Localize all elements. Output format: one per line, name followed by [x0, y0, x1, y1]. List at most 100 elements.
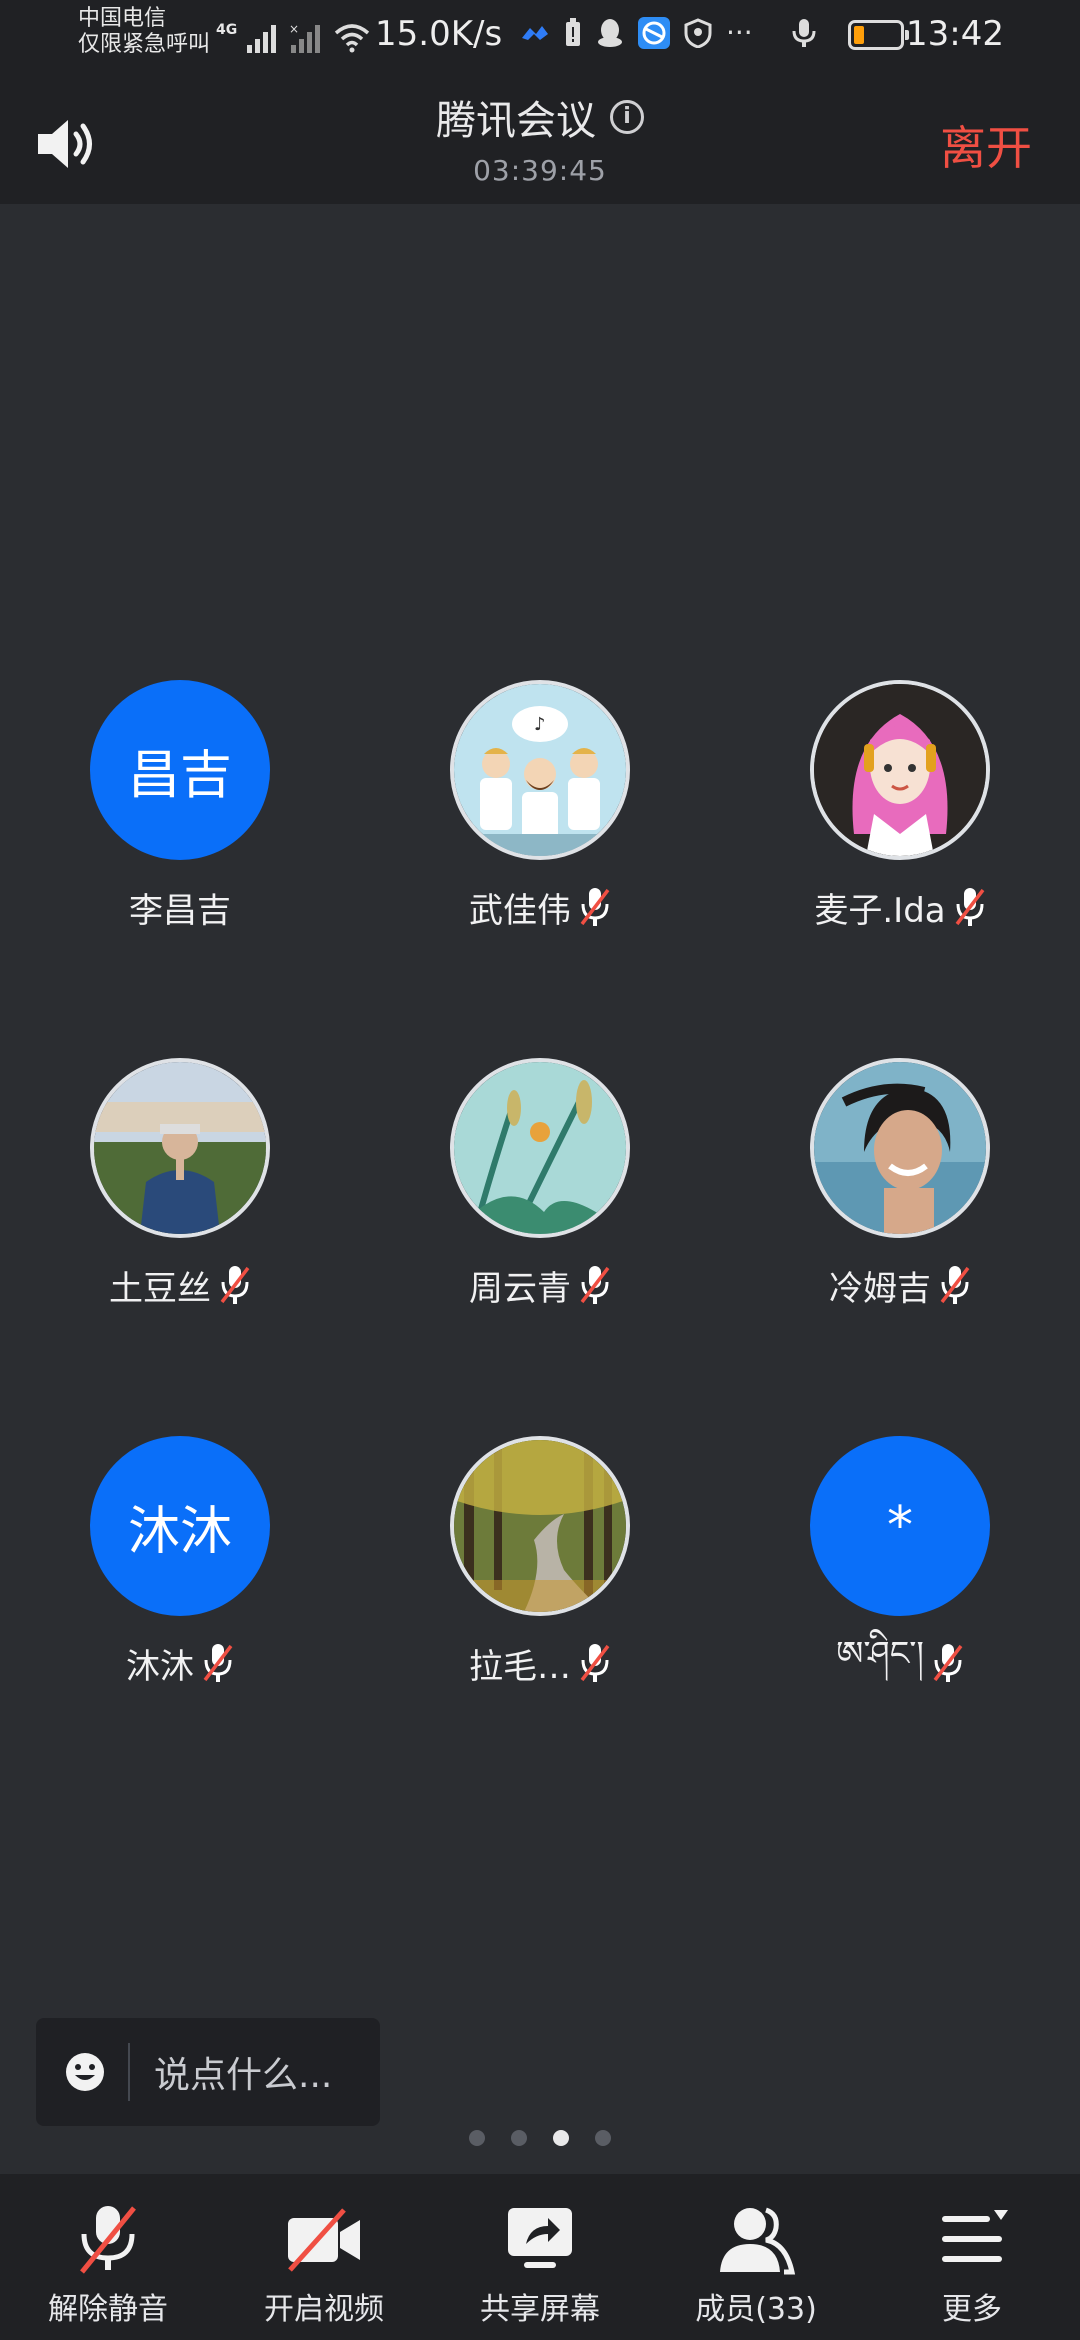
avatar [450, 1436, 630, 1616]
leave-button[interactable]: 离开 [940, 112, 1032, 178]
participant-tile[interactable]: 土豆丝 [0, 1058, 360, 1309]
participant-name: 冷姆吉 [829, 1268, 931, 1309]
avatar-image-woman-photo [814, 1062, 986, 1234]
more-menu-icon [942, 2210, 1008, 2262]
avatar [810, 680, 990, 860]
meeting-header: 腾讯会议 i 03:39:45 离开 [0, 76, 1080, 204]
page-dot-active[interactable] [553, 2130, 569, 2146]
unmute-label: 解除静音 [48, 2292, 168, 2327]
avatar [450, 1058, 630, 1238]
avatar: 昌吉 [90, 680, 270, 860]
unmute-button[interactable]: 解除静音 [0, 2174, 216, 2340]
participant-name-row: 冷姆吉 [720, 1262, 1080, 1309]
bottom-toolbar: 解除静音 开启视频 共享屏幕 成员(33) 更多 [0, 2174, 1080, 2340]
muted-mic-icon [203, 1644, 233, 1682]
participant-tile[interactable]: * ཨ་ཤིང་། [720, 1436, 1080, 1686]
participant-name-row: 拉毛… [360, 1640, 720, 1687]
participant-name: 拉毛… [469, 1646, 571, 1687]
tencent-meeting-icon [522, 25, 548, 40]
participant-name: 李昌吉 [129, 890, 231, 931]
emoji-icon[interactable] [64, 2051, 106, 2093]
shield-icon [684, 17, 712, 48]
participant-name: 周云青 [469, 1268, 571, 1309]
participant-tile[interactable]: 冷姆吉 [720, 1058, 1080, 1309]
members-button[interactable]: 成员(33) [648, 2174, 864, 2340]
avatar: ♪ [450, 680, 630, 860]
battery-level [854, 26, 864, 44]
start-video-label: 开启视频 [264, 2292, 384, 2327]
participant-name-row: 武佳伟 [360, 884, 720, 931]
more-notifications-icon: ··· [726, 16, 753, 49]
avatar-image-cartoon-girl [814, 684, 986, 856]
muted-mic-icon [955, 888, 985, 926]
chat-placeholder: 说点什么... [154, 2055, 333, 2096]
avatar [90, 1058, 270, 1238]
carrier-emergency: 仅限紧急呼叫 [78, 32, 211, 57]
muted-mic-icon [933, 1644, 963, 1682]
participant-tile[interactable]: 麦子.Ida [720, 680, 1080, 931]
avatar-initials: 沐沐 [127, 1501, 232, 1562]
wifi-icon [335, 24, 370, 53]
battery-saver-icon [566, 17, 580, 46]
members-icon [720, 2207, 796, 2275]
muted-mic-icon [580, 1266, 610, 1304]
signal-strength-icon-2: × [289, 23, 321, 53]
page-dot[interactable] [511, 2130, 527, 2146]
svg-text:♪: ♪ [534, 714, 546, 735]
participant-name-row: 李昌吉 [0, 884, 360, 931]
video-off-icon [288, 2208, 360, 2272]
share-screen-button[interactable]: 共享屏幕 [432, 2174, 648, 2340]
participant-name-row: 土豆丝 [0, 1262, 360, 1309]
battery-icon [848, 20, 909, 50]
microphone-in-use-icon [792, 18, 816, 47]
muted-mic-icon [940, 1266, 970, 1304]
participant-tile[interactable]: 沐沐 沐沐 [0, 1436, 360, 1687]
participant-tile[interactable]: ♪ 武佳伟 [360, 680, 720, 931]
participant-name-row: ཨ་ཤིང་། [720, 1634, 1080, 1686]
browser-icon [638, 16, 670, 49]
network-type-label: 4G [216, 22, 238, 38]
avatar-image-plants-illustration [454, 1062, 626, 1234]
avatar-initials: 昌吉 [127, 745, 232, 806]
net-speed: 15.0K/s [375, 14, 503, 54]
participant-name: 武佳伟 [469, 890, 571, 931]
signal-strength-icon [247, 25, 277, 53]
meeting-title: 腾讯会议 [436, 98, 596, 144]
participant-name: 土豆丝 [109, 1268, 211, 1309]
avatar: * [810, 1436, 990, 1616]
avatar-image-forest-path [454, 1440, 626, 1612]
avatar-initials: * [887, 1496, 913, 1556]
participant-tile[interactable]: 昌吉 李昌吉 [0, 680, 360, 931]
svg-text:×: × [289, 23, 299, 36]
participant-tile[interactable]: 拉毛… [360, 1436, 720, 1687]
participant-tile[interactable]: 周云青 [360, 1058, 720, 1309]
avatar-image-man-photo [94, 1062, 266, 1234]
more-button[interactable]: 更多 [864, 2174, 1080, 2340]
share-screen-icon [508, 2208, 572, 2268]
muted-microphone-icon [80, 2206, 136, 2274]
start-video-button[interactable]: 开启视频 [216, 2174, 432, 2340]
meeting-title-area: 腾讯会议 i 03:39:45 [0, 88, 1080, 187]
muted-mic-icon [580, 1644, 610, 1682]
avatar: 沐沐 [90, 1436, 270, 1616]
avatar [810, 1058, 990, 1238]
signal-icons: 4G × [216, 18, 371, 58]
share-screen-label: 共享屏幕 [480, 2292, 600, 2327]
members-label: 成员(33) [695, 2292, 817, 2327]
meeting-timer: 03:39:45 [473, 154, 607, 187]
page-dot[interactable] [469, 2130, 485, 2146]
qq-icon [598, 18, 622, 47]
participant-name-row: 麦子.Ida [720, 884, 1080, 931]
participant-name-row: 周云青 [360, 1262, 720, 1309]
participant-name: 沐沐 [126, 1646, 194, 1687]
chat-input[interactable]: 说点什么... [36, 2018, 380, 2126]
participant-name-row: 沐沐 [0, 1640, 360, 1687]
page-indicator [0, 2130, 1080, 2146]
muted-mic-icon [580, 888, 610, 926]
info-icon[interactable]: i [610, 100, 644, 134]
page-dot[interactable] [595, 2130, 611, 2146]
notification-icons: ··· [520, 16, 817, 49]
muted-mic-icon [220, 1266, 250, 1304]
status-bar: 中国电信 仅限紧急呼叫 4G × 15.0K/s ··· 13:42 [0, 0, 1080, 76]
chat-divider [128, 2043, 130, 2101]
